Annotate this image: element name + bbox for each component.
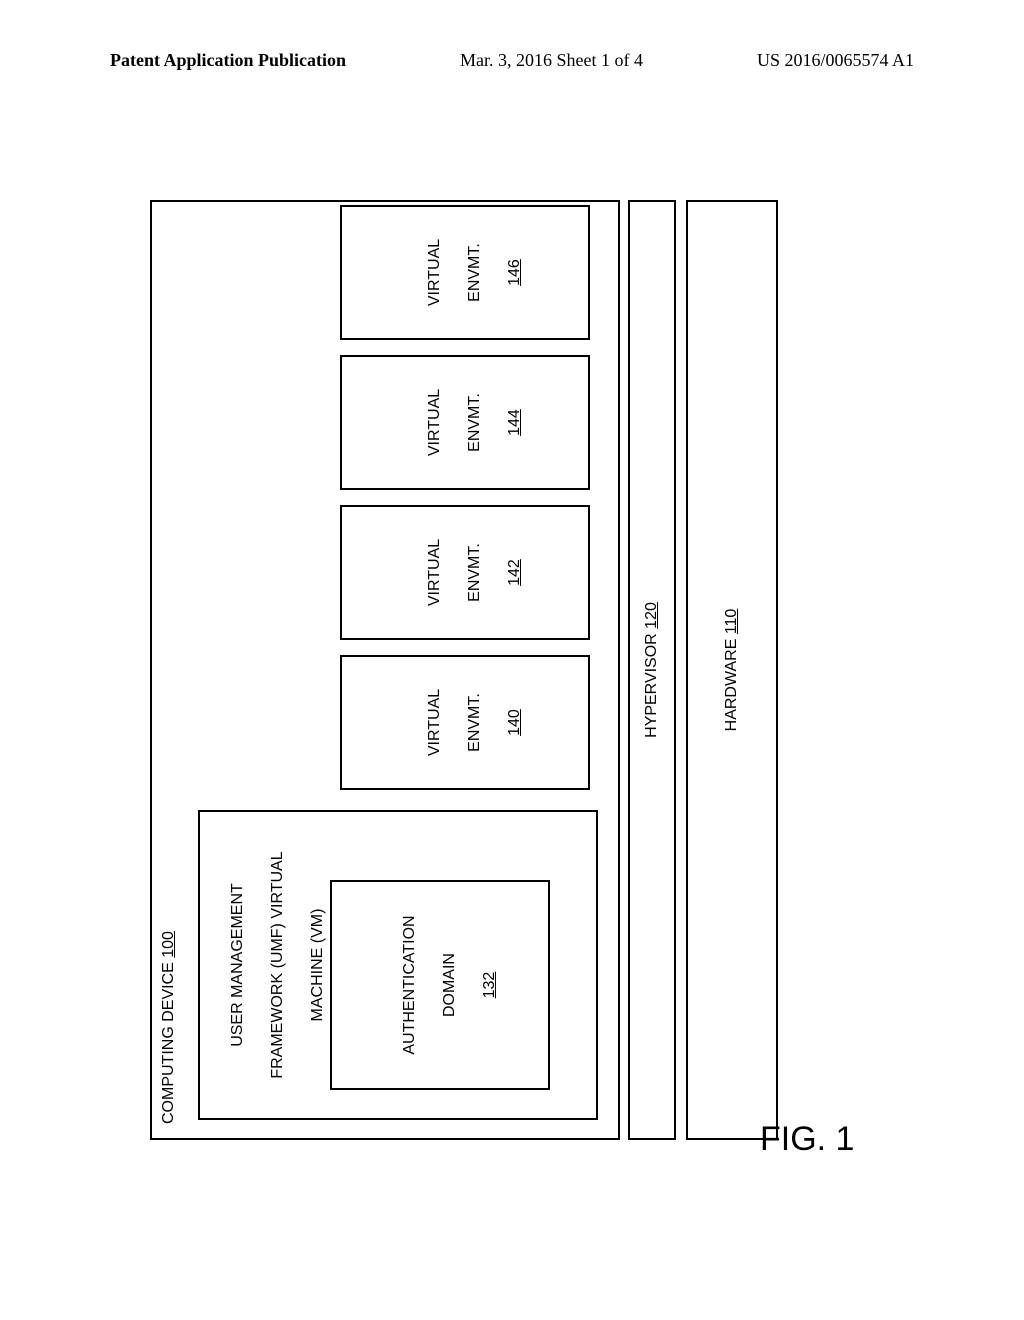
- ve4-line2: ENVMT.: [466, 243, 483, 302]
- hypervisor-box: HYPERVISOR 120: [628, 200, 676, 1140]
- ve1-line2: ENVMT.: [466, 693, 483, 752]
- computing-device-label: COMPUTING DEVICE: [160, 958, 177, 1124]
- ve1-ref: 140: [506, 709, 523, 736]
- umf-line3: MACHINE (VM): [309, 909, 326, 1022]
- figure-caption: FIG. 1: [760, 1120, 854, 1159]
- ve2-line1: VIRTUAL: [426, 539, 443, 606]
- ve3-line1: VIRTUAL: [426, 389, 443, 456]
- ve1-line1: VIRTUAL: [426, 689, 443, 756]
- hypervisor-label: HYPERVISOR: [643, 629, 660, 738]
- authentication-domain-box: AUTHENTICATION DOMAIN 132: [330, 880, 550, 1090]
- header-right: US 2016/0065574 A1: [757, 50, 914, 71]
- virtual-env-box-2: VIRTUAL ENVMT. 142: [340, 505, 590, 640]
- virtual-env-box-4: VIRTUAL ENVMT. 146: [340, 205, 590, 340]
- ve3-line2: ENVMT.: [466, 393, 483, 452]
- virtual-env-box-1: VIRTUAL ENVMT. 140: [340, 655, 590, 790]
- ve2-line2: ENVMT.: [466, 543, 483, 602]
- page-header: Patent Application Publication Mar. 3, 2…: [0, 50, 1024, 71]
- auth-line2: DOMAIN: [441, 953, 458, 1017]
- hypervisor-ref: 120: [643, 602, 660, 629]
- header-left: Patent Application Publication: [110, 50, 346, 71]
- ve4-line1: VIRTUAL: [426, 239, 443, 306]
- header-center: Mar. 3, 2016 Sheet 1 of 4: [460, 50, 643, 71]
- ve4-ref: 146: [506, 259, 523, 286]
- ve2-ref: 142: [506, 559, 523, 586]
- umf-line1: USER MANAGEMENT: [229, 883, 246, 1047]
- auth-line1: AUTHENTICATION: [401, 915, 418, 1054]
- auth-ref: 132: [481, 972, 498, 999]
- hardware-box: HARDWARE 110: [686, 200, 778, 1140]
- virtual-env-box-3: VIRTUAL ENVMT. 144: [340, 355, 590, 490]
- computing-device-ref: 100: [160, 931, 177, 958]
- ve3-ref: 144: [506, 409, 523, 436]
- umf-line2: FRAMEWORK (UMF) VIRTUAL: [269, 851, 286, 1078]
- hardware-ref: 110: [723, 609, 740, 635]
- figure-1-diagram: COMPUTING DEVICE 100 USER MANAGEMENT FRA…: [150, 200, 790, 1140]
- hardware-label: HARDWARE: [723, 634, 740, 731]
